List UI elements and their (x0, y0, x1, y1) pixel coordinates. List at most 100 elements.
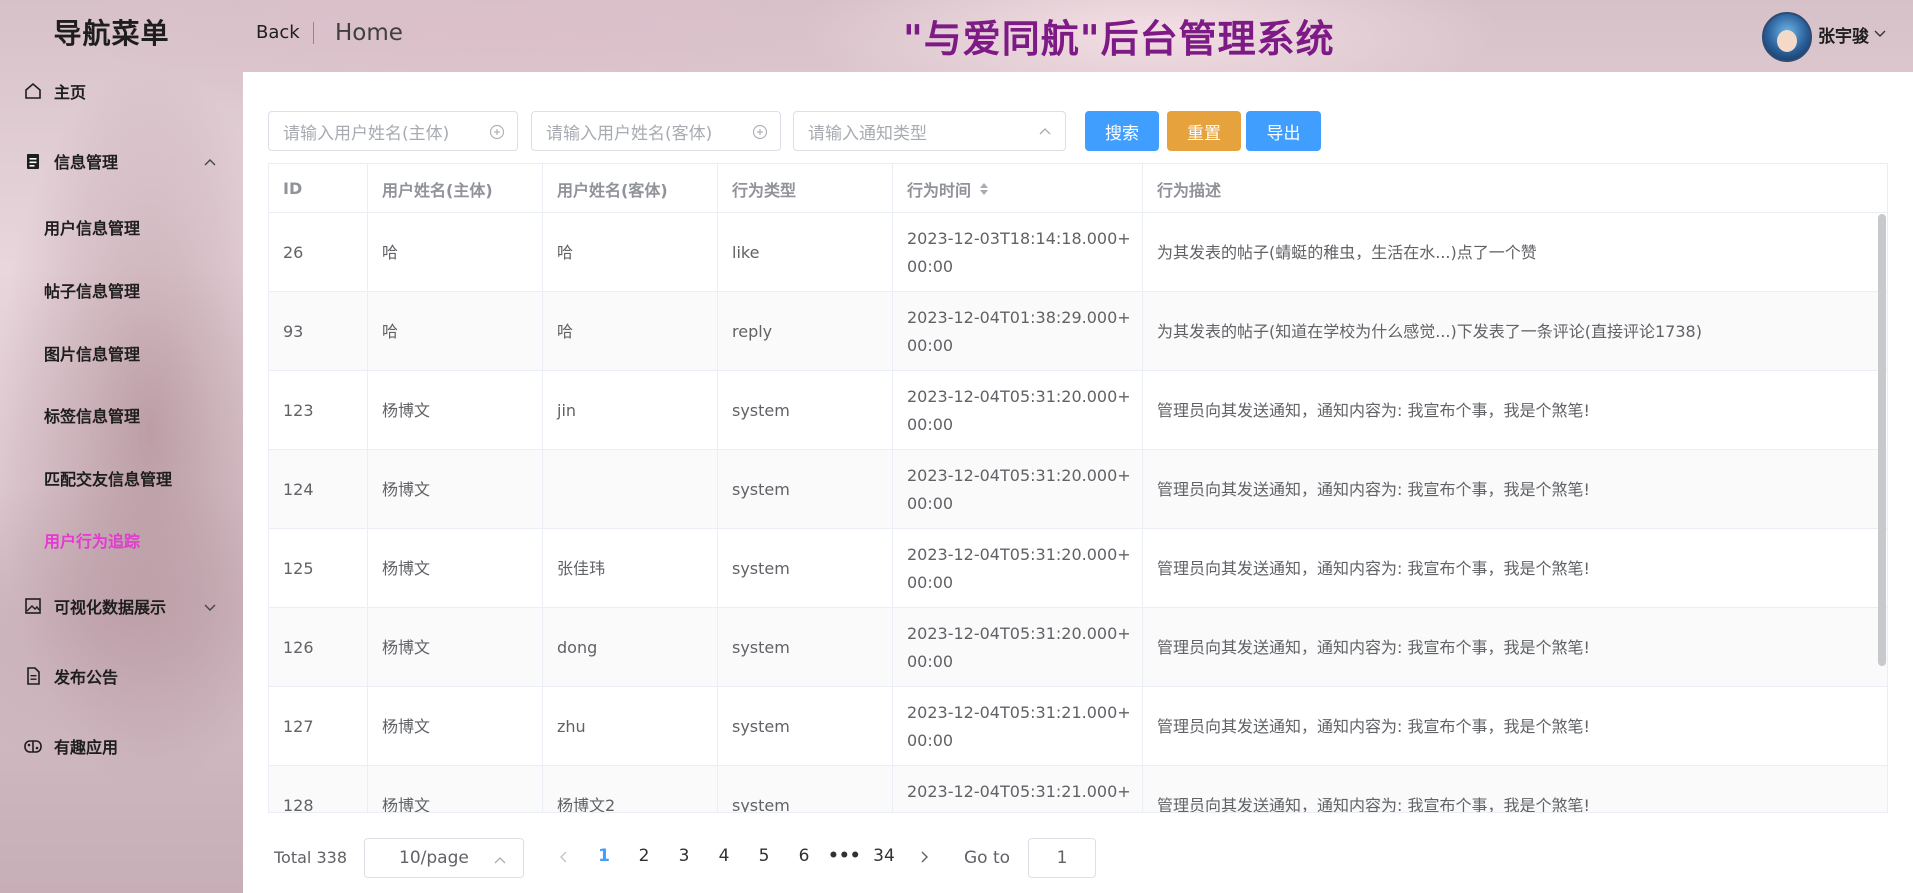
table-row[interactable]: 125 杨博文 张佳玮 system 2023-12-04T05:31:20.000+0… (269, 529, 1887, 608)
search-button[interactable]: 搜索 (1085, 111, 1159, 151)
cell-subject: 杨博文 (368, 529, 543, 608)
page-button[interactable]: 3 (668, 846, 700, 872)
more-pages-button[interactable]: ••• (828, 846, 861, 872)
cell-subject: 哈 (368, 292, 543, 371)
cell-time: 2023-12-04T05:31:20.000+00:00 (893, 608, 1143, 687)
user-name[interactable]: 张宇骏 (1818, 22, 1869, 47)
sidebar-item-label: 有趣应用 (54, 738, 119, 757)
subject-name-placeholder: 请输入用户姓名(主体) (283, 123, 450, 144)
home-icon (22, 80, 44, 102)
column-header-type: 行为类型 (718, 164, 893, 213)
next-page-button[interactable] (908, 846, 940, 872)
cell-id: 126 (269, 608, 368, 687)
cell-type: like (718, 213, 893, 292)
chevron-up-icon (493, 853, 507, 873)
table-row[interactable]: 124 杨博文 system 2023-12-04T05:31:20.000+00:0… (269, 450, 1887, 529)
sidebar-item-label: 发布公告 (54, 668, 119, 687)
system-title: "与爱同航"后台管理系统 (903, 16, 1335, 61)
object-name-placeholder: 请输入用户姓名(客体) (546, 123, 713, 144)
table-row[interactable]: 93 哈哈 reply 2023-12-04T01:38:29.000+00:00 为其… (269, 292, 1887, 371)
sidebar-sub-user-info[interactable]: 用户信息管理 (0, 207, 243, 247)
table-row[interactable]: 26 哈哈 like 2023-12-03T18:14:18.000+00:00 为其发… (269, 213, 1887, 292)
column-header-description: 行为描述 (1157, 180, 1222, 200)
notice-type-select[interactable]: 请输入通知类型 (793, 111, 1066, 151)
page-button[interactable]: 6 (788, 846, 820, 872)
column-header-time[interactable]: 行为时间 (893, 164, 1143, 213)
sidebar-item-label: 信息管理 (54, 153, 119, 172)
export-button[interactable]: 导出 (1246, 111, 1321, 151)
cell-subject: 杨博文 (368, 450, 543, 529)
table-row[interactable]: 123 杨博文 jin system 2023-12-04T05:31:20.000+0… (269, 371, 1887, 450)
sidebar-item-visualization[interactable]: 可视化数据展示 (0, 586, 243, 626)
back-link[interactable]: Back (256, 22, 300, 43)
cell-subject: 杨博文 (368, 766, 543, 812)
object-name-input[interactable]: 请输入用户姓名(客体) (531, 111, 781, 151)
sidebar-brand: 导航菜单 (53, 17, 170, 50)
table-row[interactable]: 127 杨博文 zhu system 2023-12-04T05:31:21.000+0… (269, 687, 1887, 766)
sidebar-sub-match-info[interactable]: 匹配交友信息管理 (0, 458, 243, 498)
sidebar-item-announcement[interactable]: 发布公告 (0, 656, 243, 696)
chevron-up-icon (1037, 124, 1053, 145)
table-header: ID 用户姓名(主体) 用户姓名(客体) 行为类型 行为时间 行为描述 (269, 164, 1887, 213)
cell-time: 2023-12-03T18:14:18.000+00:00 (893, 213, 1143, 292)
cell-description: 为其发表的帖子(蜻蜓的稚虫，生活在水...)点了一个赞 (1157, 242, 1537, 262)
sidebar-item-label: 可视化数据展示 (54, 598, 167, 617)
sidebar-item-fun-apps[interactable]: 有趣应用 (0, 726, 243, 766)
page-button[interactable]: 34 (868, 846, 900, 872)
cell-object: 哈 (543, 292, 718, 371)
page-button[interactable]: 2 (628, 846, 660, 872)
table-row[interactable]: 126 杨博文 dong system 2023-12-04T05:31:20.000+… (269, 608, 1887, 687)
cell-object: dong (543, 608, 718, 687)
cell-id: 125 (269, 529, 368, 608)
header-divider (313, 22, 314, 44)
subject-name-input[interactable]: 请输入用户姓名(主体) (268, 111, 518, 151)
cell-time: 2023-12-04T05:31:20.000+00:00 (893, 529, 1143, 608)
avatar[interactable] (1762, 12, 1812, 62)
sidebar-item-home[interactable]: 主页 (0, 71, 243, 111)
reset-button[interactable]: 重置 (1167, 111, 1241, 151)
column-header-id: ID (269, 164, 368, 213)
cell-object: 张佳玮 (543, 529, 718, 608)
cell-type: system (718, 608, 893, 687)
cell-type: reply (718, 292, 893, 371)
sidebar-sub-user-behavior[interactable]: 用户行为追踪 (0, 520, 243, 560)
cell-description: 为其发表的帖子(知道在学校为什么感觉...)下发表了一条评论(直接评论1738) (1157, 321, 1702, 341)
behavior-table: ID 用户姓名(主体) 用户姓名(客体) 行为类型 行为时间 行为描述 26 哈哈… (268, 163, 1888, 813)
cell-id: 127 (269, 687, 368, 766)
sidebar-sub-post-info[interactable]: 帖子信息管理 (0, 270, 243, 310)
page-button[interactable]: 1 (588, 846, 620, 872)
goto-page-input[interactable]: 1 (1028, 838, 1096, 878)
prev-page-button[interactable] (548, 846, 580, 872)
cell-object: 哈 (543, 213, 718, 292)
table-scrollbar[interactable] (1878, 214, 1886, 666)
circle-plus-icon (489, 124, 505, 145)
page-size-select[interactable]: 10/page (364, 838, 524, 878)
sort-icon[interactable] (979, 181, 989, 197)
page-button[interactable]: 4 (708, 846, 740, 872)
cell-type: system (718, 687, 893, 766)
cell-type: system (718, 371, 893, 450)
cell-description: 管理员向其发送通知，通知内容为: 我宣布个事，我是个煞笔! (1157, 795, 1590, 813)
cell-object (543, 450, 718, 529)
breadcrumb-home[interactable]: Home (335, 20, 403, 46)
cell-time: 2023-12-04T05:31:21.000+00:00 (893, 687, 1143, 766)
page-button[interactable]: 5 (748, 846, 780, 872)
cell-id: 124 (269, 450, 368, 529)
chevron-down-icon[interactable] (1873, 26, 1887, 45)
cell-time: 2023-12-04T05:31:20.000+00:00 (893, 450, 1143, 529)
chevron-up-icon (203, 154, 217, 173)
sidebar-item-info-management[interactable]: 信息管理 (0, 141, 243, 181)
cell-description: 管理员向其发送通知，通知内容为: 我宣布个事，我是个煞笔! (1157, 558, 1590, 578)
cell-description: 管理员向其发送通知，通知内容为: 我宣布个事，我是个煞笔! (1157, 479, 1590, 499)
sidebar: 导航菜单 主页 信息管理 用户信息管理 帖子信息管理 图片信息管理 标签信息管理… (0, 0, 243, 893)
cell-id: 93 (269, 292, 368, 371)
sidebar-sub-tag-info[interactable]: 标签信息管理 (0, 395, 243, 435)
sidebar-sub-image-info[interactable]: 图片信息管理 (0, 333, 243, 373)
pagination-total: Total 338 (274, 848, 347, 867)
cell-subject: 哈 (368, 213, 543, 292)
cell-description: 管理员向其发送通知，通知内容为: 我宣布个事，我是个煞笔! (1157, 400, 1590, 420)
column-header-object: 用户姓名(客体) (543, 164, 718, 213)
column-header-time-label: 行为时间 (907, 180, 972, 200)
sidebar-item-label: 主页 (54, 83, 87, 102)
table-row[interactable]: 128 杨博文 杨博文2 system 2023-12-04T05:31:21.000+… (269, 766, 1887, 813)
